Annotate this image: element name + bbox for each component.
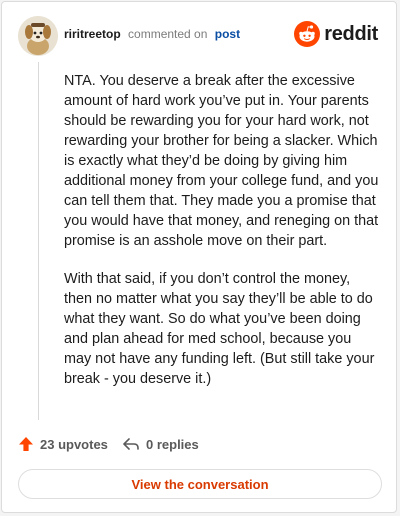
username-link[interactable]: riritreetop [64, 27, 121, 41]
user-avatar-icon[interactable] [18, 16, 58, 56]
post-link[interactable]: post [215, 27, 240, 41]
upvote-arrow-icon [19, 437, 33, 451]
upvote-button[interactable]: 23 upvotes [18, 433, 108, 455]
comment-meta: riritreetop commented on post [64, 27, 240, 41]
comment-paragraph: With that said, if you don’t control the… [64, 271, 375, 387]
reply-arrow-icon [123, 438, 139, 450]
action-text: commented on [128, 27, 208, 41]
comment-paragraph: NTA. You deserve a break after the exces… [64, 73, 379, 249]
comment-body: NTA. You deserve a break after the exces… [64, 71, 382, 407]
view-conversation-button[interactable]: View the conversation [18, 469, 382, 499]
upvote-count: 23 upvotes [40, 436, 108, 452]
thread-line [38, 62, 39, 420]
embedded-comment-card: riritreetop commented on post reddit NTA… [1, 1, 397, 513]
reddit-logo[interactable]: reddit [294, 20, 378, 48]
reddit-snoo-icon [294, 21, 321, 47]
comment-actions: 23 upvotes 0 replies [18, 433, 380, 455]
reddit-wordmark: reddit [324, 22, 378, 45]
comment-header: riritreetop commented on post reddit [18, 16, 380, 56]
reply-count: 0 replies [146, 436, 199, 452]
replies-button[interactable]: 0 replies [122, 433, 199, 455]
